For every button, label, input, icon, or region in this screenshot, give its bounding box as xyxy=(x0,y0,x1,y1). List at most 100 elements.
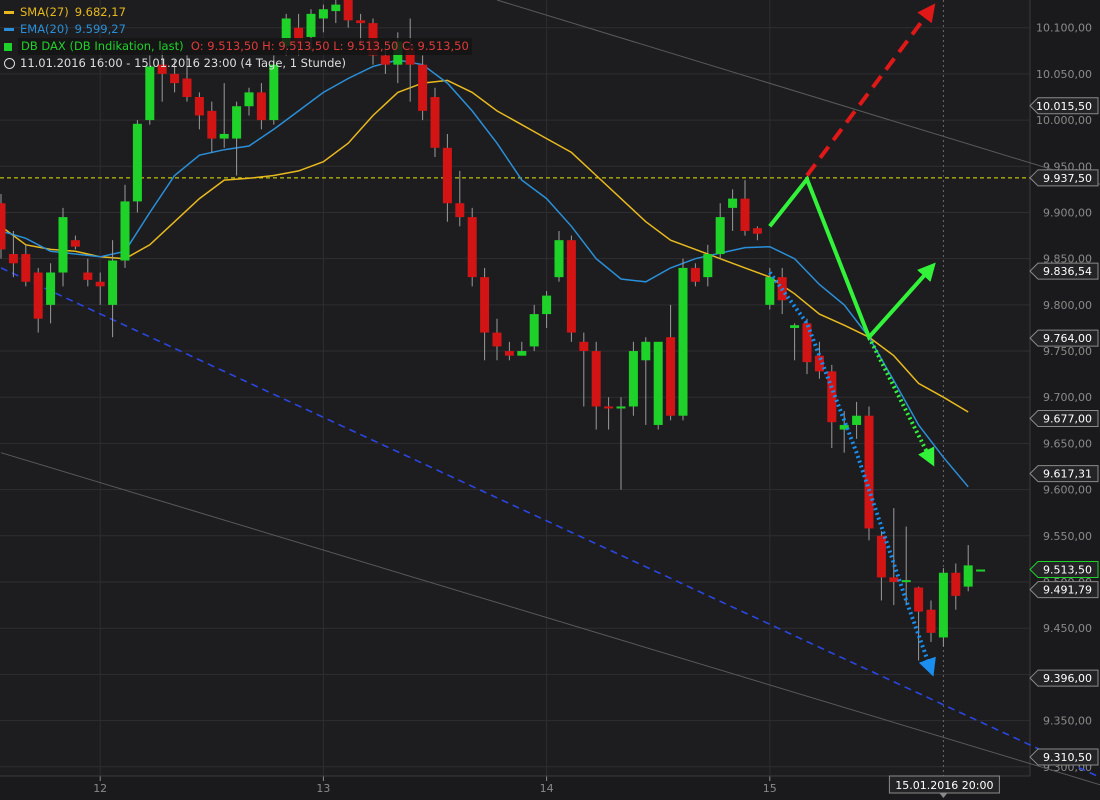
candle-body xyxy=(207,110,217,139)
price-tag: 9.617,31 xyxy=(1029,465,1099,483)
candle-body xyxy=(963,565,973,587)
candle-icon xyxy=(4,42,12,51)
sma-swatch xyxy=(4,11,14,14)
ema-value: 9.599,27 xyxy=(74,22,126,36)
candle-body xyxy=(244,92,254,107)
y-tick-label: 9.900,00 xyxy=(1043,206,1092,219)
candle-body xyxy=(58,217,68,273)
candle-body xyxy=(790,325,800,328)
candle-body xyxy=(554,240,564,278)
candle-body xyxy=(442,147,452,204)
y-tick-label: 9.650,00 xyxy=(1043,437,1092,450)
candle-body xyxy=(566,240,576,333)
chart-window: 9.300,009.350,009.400,009.450,009.500,00… xyxy=(0,0,1100,800)
candle-body xyxy=(976,569,986,572)
sma-value: 9.682,17 xyxy=(74,5,126,19)
candle-body xyxy=(256,92,266,121)
candle-body xyxy=(70,240,80,247)
price-tag: 9.513,50 xyxy=(1029,561,1099,579)
y-tick-label: 9.800,00 xyxy=(1043,299,1092,312)
candle-body xyxy=(641,341,651,361)
price-tag-label: 9.617,31 xyxy=(1043,468,1092,481)
candle-body xyxy=(467,217,477,278)
price-tag-label: 9.764,00 xyxy=(1043,332,1092,345)
candle-body xyxy=(579,341,589,352)
candle-body xyxy=(504,351,514,356)
candle-body xyxy=(690,267,700,282)
candle-body xyxy=(728,198,738,208)
x-tick-label: 12 xyxy=(93,782,107,795)
price-tag-label: 9.396,00 xyxy=(1043,672,1092,685)
legend-period: 11.01.2016 16:00 - 15.01.2016 23:00 (4 T… xyxy=(4,55,472,72)
price-tag: 9.677,00 xyxy=(1029,409,1099,427)
candle-body xyxy=(703,254,713,278)
candle-body xyxy=(455,203,465,218)
ema-swatch xyxy=(4,28,14,31)
candle-body xyxy=(430,97,440,148)
price-tag-label: 9.513,50 xyxy=(1043,564,1092,577)
candle-body xyxy=(8,254,18,264)
candle-body xyxy=(802,323,812,363)
price-tag: 9.937,50 xyxy=(1029,169,1099,187)
y-tick-label: 9.350,00 xyxy=(1043,715,1092,728)
legend-sma[interactable]: SMA(27) 9.682,17 xyxy=(4,4,472,21)
current-time-label: 15.01.2016 20:00 xyxy=(895,779,993,792)
y-tick-label: 10.000,00 xyxy=(1036,114,1092,127)
candle-body xyxy=(951,572,961,596)
y-tick-label: 10.100,00 xyxy=(1036,22,1092,35)
candle-body xyxy=(591,351,601,407)
candle-body xyxy=(83,272,93,280)
dax-label: DB DAX (DB Indikation, last) xyxy=(21,39,184,53)
candle-body xyxy=(914,587,924,612)
candle-body xyxy=(0,203,6,250)
price-tag-label: 9.937,50 xyxy=(1043,172,1092,185)
candle-body xyxy=(132,123,142,202)
candle-body xyxy=(604,406,614,409)
candle-body xyxy=(33,272,43,319)
chart-legend: SMA(27) 9.682,17 EMA(20) 9.599,27 DB DAX… xyxy=(4,4,472,72)
price-tag-label: 9.310,50 xyxy=(1043,751,1092,764)
candle-body xyxy=(666,337,676,416)
candle-body xyxy=(740,198,750,231)
candle-body xyxy=(108,260,118,305)
y-tick-label: 9.600,00 xyxy=(1043,484,1092,497)
price-tag-label: 10.015,50 xyxy=(1036,100,1092,113)
candle-body xyxy=(678,267,688,416)
candle-body xyxy=(145,66,155,121)
price-tag: 9.836,54 xyxy=(1029,262,1099,280)
candle-body xyxy=(889,577,899,582)
y-tick-label: 10.050,00 xyxy=(1036,68,1092,81)
candle-body xyxy=(232,106,242,139)
candle-body xyxy=(170,73,180,84)
price-tag-label: 9.677,00 xyxy=(1043,412,1092,425)
sma-label: SMA(27) xyxy=(20,5,69,19)
candle-body xyxy=(628,351,638,407)
candle-body xyxy=(182,78,192,97)
y-tick-label: 9.700,00 xyxy=(1043,391,1092,404)
candle-body xyxy=(529,314,539,347)
x-tick-label: 15 xyxy=(763,782,777,795)
price-tag-label: 9.836,54 xyxy=(1043,265,1092,278)
x-tick-label: 13 xyxy=(316,782,330,795)
candle-body xyxy=(715,217,725,255)
x-tick-label: 14 xyxy=(540,782,554,795)
candle-body xyxy=(194,97,204,116)
candle-body xyxy=(480,277,490,333)
y-tick-label: 9.750,00 xyxy=(1043,345,1092,358)
candle-body xyxy=(616,406,626,409)
price-chart[interactable]: 9.300,009.350,009.400,009.450,009.500,00… xyxy=(0,0,1100,800)
candle-body xyxy=(852,415,862,425)
candle-body xyxy=(864,415,874,529)
legend-dax[interactable]: DB DAX (DB Indikation, last) O: 9.513,50… xyxy=(4,38,472,55)
candle-body xyxy=(542,295,552,315)
price-tag: 9.396,00 xyxy=(1029,669,1099,687)
y-tick-label: 9.450,00 xyxy=(1043,622,1092,635)
dax-ohlc: O: 9.513,50 H: 9.513,50 L: 9.513,50 C: 9… xyxy=(190,39,469,53)
legend-ema[interactable]: EMA(20) 9.599,27 xyxy=(4,21,472,38)
price-tag: 9.310,50 xyxy=(1029,748,1099,766)
candle-body xyxy=(938,572,948,638)
candle-body xyxy=(901,580,911,583)
candle-body xyxy=(517,351,527,356)
candle-body xyxy=(95,281,105,287)
candle-body xyxy=(120,201,130,261)
